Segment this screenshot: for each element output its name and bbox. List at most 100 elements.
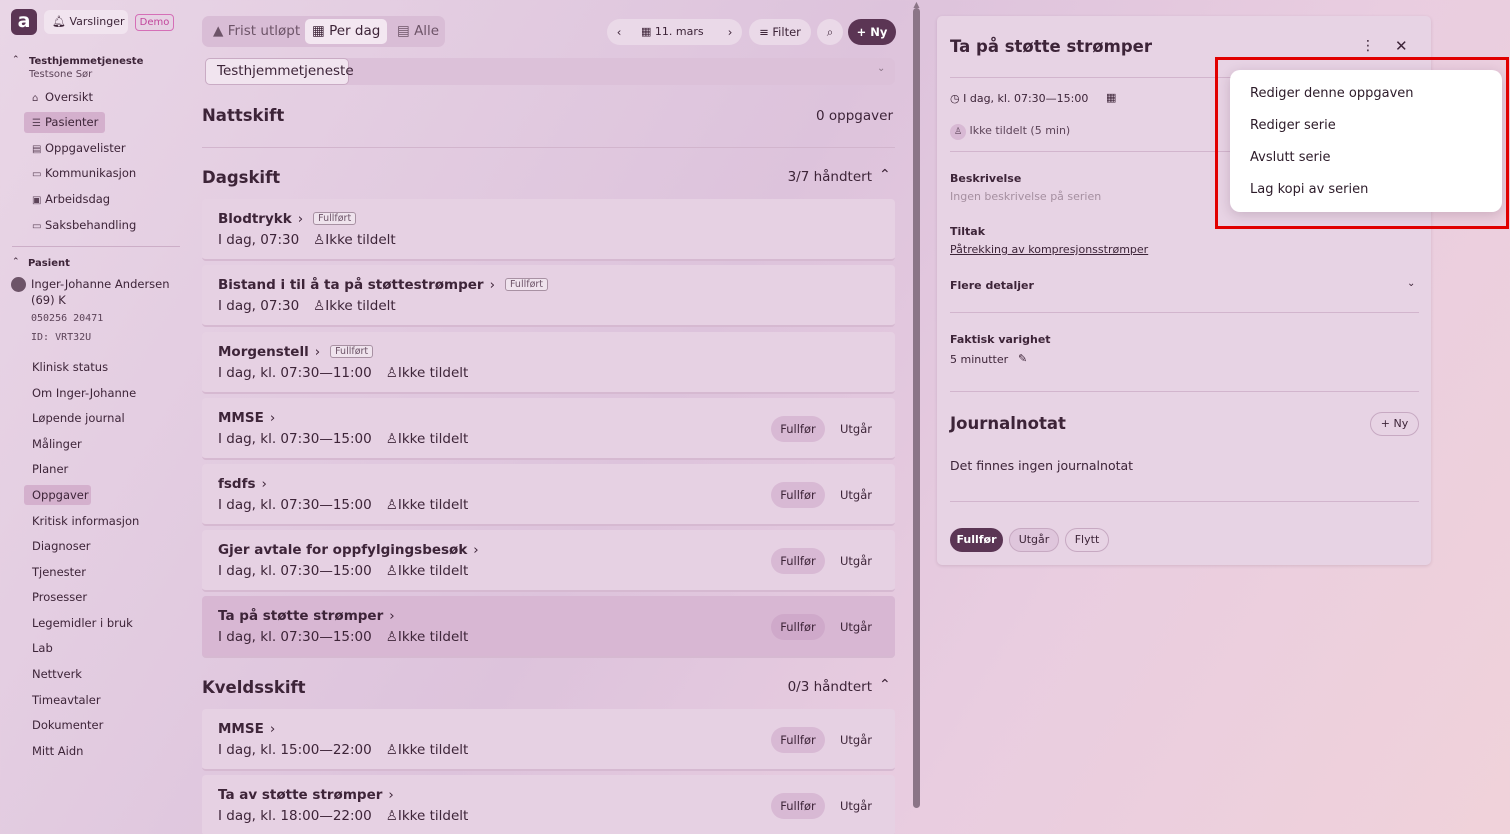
tab-frist-utlopt[interactable]: ▲ Frist utløpt bbox=[206, 19, 307, 44]
complete-button[interactable]: Fullfør bbox=[771, 482, 825, 508]
patient-nav-item[interactable]: Tjenester bbox=[24, 562, 86, 582]
task-card[interactable]: Morgenstell › Fullført I dag, kl. 07:30—11… bbox=[202, 332, 895, 394]
expire-button[interactable]: Utgår bbox=[839, 416, 873, 442]
task-subtitle: I dag, kl. 07:30—15:00 ♙Ikke tildelt bbox=[218, 497, 469, 513]
patient-nav-item[interactable]: Løpende journal bbox=[24, 408, 125, 428]
patient-nav-item[interactable]: Diagnoser bbox=[24, 536, 91, 556]
org-name[interactable]: Testhjemmetjeneste bbox=[29, 56, 143, 67]
nav-kommunikasjon[interactable]: ▭ Kommunikasjon bbox=[24, 163, 136, 184]
task-title[interactable]: Ta av støtte strømper › bbox=[218, 787, 394, 803]
chevron-up-icon[interactable]: ⌃ bbox=[12, 257, 20, 267]
expire-button[interactable]: Utgår bbox=[839, 482, 873, 508]
expire-button[interactable]: Utgår bbox=[839, 548, 873, 574]
complete-button[interactable]: Fullfør bbox=[771, 416, 825, 442]
patient-nav-item[interactable]: Nettverk bbox=[24, 664, 82, 684]
task-card[interactable]: Bistand i til å ta på støttestrømper › Ful… bbox=[202, 265, 895, 327]
more-details-toggle[interactable]: Flere detaljer bbox=[950, 279, 1034, 292]
user-icon: ♙ bbox=[385, 808, 398, 824]
nav-oppgavelister[interactable]: ▤ Oppgavelister bbox=[24, 138, 126, 159]
measure-link[interactable]: Påtrekking av kompresjonsstrømper bbox=[950, 243, 1148, 256]
user-icon: ♙ bbox=[385, 629, 398, 645]
task-title[interactable]: fsdfs › bbox=[218, 476, 267, 492]
demo-badge: Demo bbox=[135, 14, 174, 31]
nav-saksbehandling[interactable]: ▭ Saksbehandling bbox=[24, 215, 136, 236]
app-logo[interactable]: a bbox=[11, 9, 37, 35]
service-select[interactable]: Testhjemmetjeneste ⌄ bbox=[205, 58, 895, 85]
sidebar: a 🔔︎ Varslinger Demo ⌃ Testhjemmetjenest… bbox=[0, 0, 190, 834]
plus-icon: + bbox=[1380, 417, 1390, 430]
task-title[interactable]: Gjer avtale for oppfylgingsbesøk › bbox=[218, 542, 479, 558]
filter-button[interactable]: ≡ Filter bbox=[749, 19, 811, 45]
home-icon: ⌂ bbox=[32, 93, 39, 104]
expire-button[interactable]: Utgår bbox=[839, 727, 873, 753]
task-title[interactable]: MMSE › bbox=[218, 721, 275, 737]
patient-nav-item[interactable]: Timeavtaler bbox=[24, 690, 101, 710]
tab-per-dag[interactable]: ▦ Per dag bbox=[305, 19, 388, 44]
task-title[interactable]: Ta på støtte strømper › bbox=[218, 608, 395, 624]
patient-nav-item[interactable]: Oppgaver bbox=[24, 485, 91, 505]
chevron-down-icon[interactable]: ⌄ bbox=[1407, 278, 1415, 289]
notifications-button[interactable]: 🔔︎ Varslinger bbox=[44, 10, 128, 34]
chevron-left-icon[interactable]: ‹ bbox=[607, 19, 631, 45]
calendar-icon[interactable]: ▦ bbox=[1106, 91, 1116, 104]
search-button[interactable]: ⌕ bbox=[817, 19, 843, 45]
expire-button[interactable]: Utgår bbox=[1009, 528, 1059, 552]
scrollbar[interactable] bbox=[913, 8, 920, 808]
task-title[interactable]: Morgenstell › Fullført bbox=[218, 344, 374, 360]
patient-nav-item[interactable]: Mitt Aidn bbox=[24, 741, 83, 761]
tab-alle[interactable]: ▤ Alle bbox=[390, 19, 446, 44]
task-title[interactable]: MMSE › bbox=[218, 410, 275, 426]
complete-button[interactable]: Fullfør bbox=[771, 793, 825, 819]
new-task-button[interactable]: + Ny bbox=[848, 19, 896, 45]
patient-nav-item[interactable]: Målinger bbox=[24, 434, 82, 454]
task-subtitle: I dag, kl. 18:00—22:00 ♙Ikke tildelt bbox=[218, 808, 469, 824]
patient-nav-item[interactable]: Om Inger-Johanne bbox=[24, 383, 136, 403]
journal-new-button[interactable]: + Ny bbox=[1370, 412, 1419, 436]
move-button[interactable]: Flytt bbox=[1065, 528, 1109, 552]
complete-button[interactable]: Fullfør bbox=[950, 528, 1003, 552]
expire-button[interactable]: Utgår bbox=[839, 614, 873, 640]
patient-nav-item[interactable]: Prosesser bbox=[24, 587, 87, 607]
more-vertical-icon[interactable]: ⋮ bbox=[1361, 38, 1375, 54]
chevron-right-icon: › bbox=[269, 410, 276, 426]
chevron-right-icon[interactable]: › bbox=[718, 19, 742, 45]
nav-oversikt[interactable]: ⌂ Oversikt bbox=[24, 87, 105, 108]
patient-name[interactable]: Inger-Johanne Andersen bbox=[31, 277, 170, 291]
warning-icon: ▲ bbox=[213, 23, 224, 39]
complete-button[interactable]: Fullfør bbox=[771, 614, 825, 640]
task-card[interactable]: Blodtrykk › Fullført I dag, 07:30 ♙Ikke til… bbox=[202, 199, 895, 261]
task-card-selected[interactable]: Ta på støtte strømper › I dag, kl. 07:30—… bbox=[202, 596, 895, 658]
briefcase-icon: ▣ bbox=[32, 195, 42, 206]
patient-nav-item[interactable]: Klinisk status bbox=[24, 357, 108, 377]
task-card[interactable]: Gjer avtale for oppfylgingsbesøk › I dag,… bbox=[202, 530, 895, 592]
chevron-up-icon[interactable]: ⌃ bbox=[12, 55, 20, 65]
close-icon[interactable]: ✕ bbox=[1395, 37, 1408, 55]
patient-nav-item[interactable]: Legemidler i bruk bbox=[24, 613, 133, 633]
chevron-up-icon[interactable]: ⌃ bbox=[879, 677, 891, 693]
task-title[interactable]: Blodtrykk › Fullført bbox=[218, 211, 357, 227]
patient-nav-item[interactable]: Lab bbox=[24, 638, 53, 658]
message-icon: ▭ bbox=[32, 169, 42, 180]
expire-button[interactable]: Utgår bbox=[839, 793, 873, 819]
actual-duration-value: 5 minutter bbox=[950, 353, 1009, 366]
sidebar-divider bbox=[12, 246, 180, 247]
nav-pasienter[interactable]: ☰ Pasienter bbox=[24, 112, 105, 133]
patient-nav-item[interactable]: Planer bbox=[24, 459, 68, 479]
detail-assignee[interactable]: ♙ Ikke tildelt (5 min) bbox=[950, 124, 1070, 140]
patient-nav-item[interactable]: Kritisk informasjon bbox=[24, 511, 139, 531]
nav-arbeidsdag[interactable]: ▣ Arbeidsdag bbox=[24, 189, 110, 210]
chevron-up-icon[interactable]: ⌃ bbox=[879, 167, 891, 183]
task-card[interactable]: MMSE › I dag, kl. 07:30—15:00 ♙Ikke tildel… bbox=[202, 398, 895, 460]
task-card[interactable]: MMSE › I dag, kl. 15:00—22:00 ♙Ikke tildel… bbox=[202, 709, 895, 771]
patient-nav-item[interactable]: Dokumenter bbox=[24, 715, 103, 735]
pencil-icon[interactable]: ✎ bbox=[1018, 352, 1027, 365]
complete-button[interactable]: Fullfør bbox=[771, 727, 825, 753]
task-card[interactable]: Ta av støtte strømper › I dag, kl. 18:00—… bbox=[202, 775, 895, 834]
task-card[interactable]: fsdfs › I dag, kl. 07:30—15:00 ♙Ikke tilde… bbox=[202, 464, 895, 526]
complete-button[interactable]: Fullfør bbox=[771, 548, 825, 574]
task-title[interactable]: Bistand i til å ta på støttestrømper › Ful… bbox=[218, 277, 549, 293]
date-picker[interactable]: ▦ 11. mars bbox=[641, 19, 704, 45]
chevron-right-icon: › bbox=[473, 542, 479, 558]
date-navigator: ‹ ▦ 11. mars › bbox=[607, 19, 742, 45]
chevron-right-icon: › bbox=[388, 787, 394, 803]
